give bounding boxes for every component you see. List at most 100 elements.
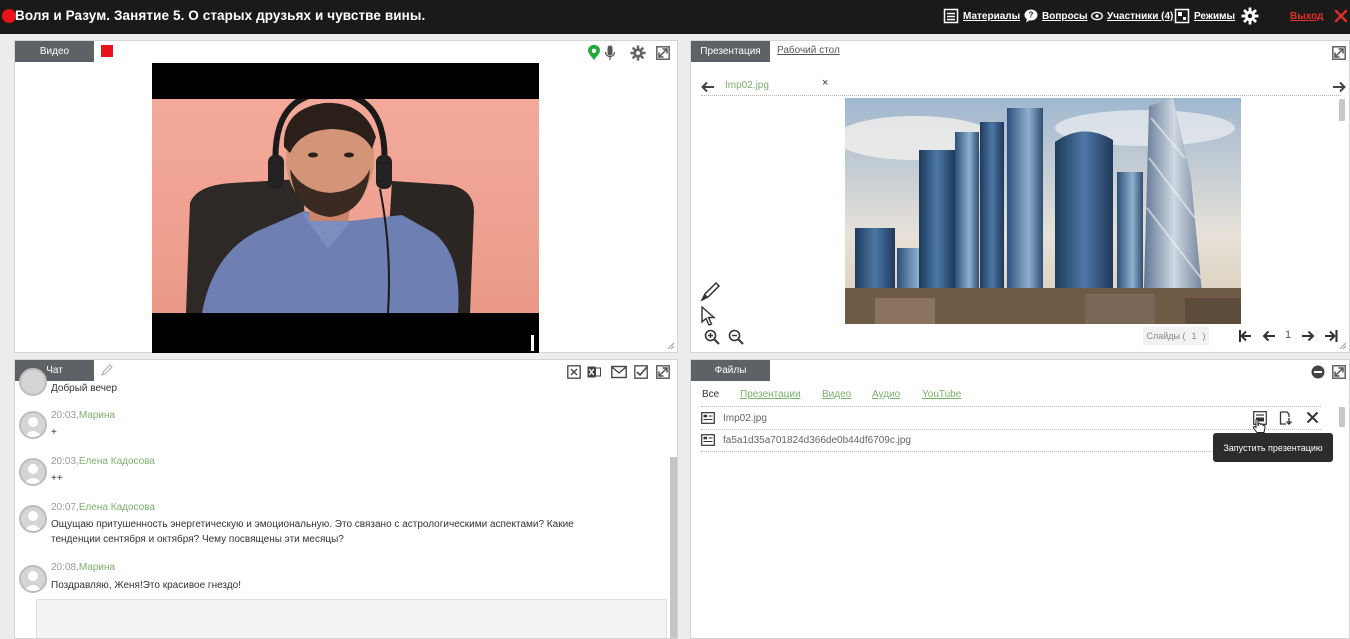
chat-message-meta: 20:03,Елена Кадосова bbox=[51, 456, 155, 467]
last-slide-icon[interactable] bbox=[1324, 329, 1338, 343]
avatar bbox=[19, 411, 47, 439]
chat-message-author[interactable]: Марина bbox=[79, 410, 115, 421]
chat-input[interactable] bbox=[36, 599, 667, 638]
edit-pencil-icon[interactable] bbox=[101, 364, 113, 376]
tab-desktop[interactable]: Рабочий стол bbox=[777, 45, 840, 56]
delete-file-icon[interactable] bbox=[1306, 411, 1319, 424]
tab-presentation[interactable]: Презентация bbox=[691, 41, 770, 62]
eye-icon bbox=[1091, 11, 1103, 21]
expand-icon[interactable] bbox=[1332, 46, 1346, 60]
chat-message-time: 20:07, bbox=[51, 502, 79, 513]
divider bbox=[701, 406, 1321, 407]
video-panel: Видео bbox=[14, 40, 678, 353]
chat-message-author[interactable]: Марина bbox=[79, 562, 115, 573]
recording-indicator bbox=[2, 9, 16, 23]
video-stream[interactable] bbox=[152, 63, 539, 353]
participants-button[interactable]: Участники (4) bbox=[1091, 6, 1173, 26]
image-file-icon bbox=[701, 434, 715, 446]
arrow-left-icon[interactable] bbox=[701, 81, 715, 93]
first-slide-icon[interactable] bbox=[1238, 329, 1252, 343]
slide-image bbox=[845, 98, 1241, 324]
exit-label: Выход bbox=[1290, 10, 1324, 22]
zoom-in-icon[interactable] bbox=[704, 329, 720, 345]
tooltip: Запустить презентацию bbox=[1213, 433, 1333, 462]
avatar bbox=[19, 505, 47, 533]
page-title: Воля и Разум. Занятие 5. О старых друзья… bbox=[15, 8, 426, 23]
arrow-right-icon[interactable] bbox=[1332, 81, 1346, 93]
expand-icon[interactable] bbox=[1332, 365, 1346, 379]
checkbox-icon[interactable] bbox=[634, 365, 648, 379]
chat-scrollbar[interactable] bbox=[670, 457, 677, 638]
expand-icon[interactable] bbox=[656, 365, 670, 379]
chat-message-text: + bbox=[51, 427, 57, 438]
expand-icon[interactable] bbox=[656, 46, 670, 60]
stop-recording-button[interactable] bbox=[101, 45, 113, 57]
file-row[interactable]: Imp02.jpg bbox=[699, 409, 1319, 429]
divider bbox=[701, 95, 1341, 96]
modes-icon bbox=[1174, 8, 1190, 24]
files-panel: Файлы Все Презентации Видео Аудио YouTub… bbox=[690, 359, 1350, 639]
tab-video[interactable]: Видео bbox=[15, 41, 94, 62]
video-settings-gear-icon[interactable] bbox=[630, 45, 646, 61]
questions-label: Вопросы bbox=[1042, 10, 1088, 22]
svg-text:?: ? bbox=[1029, 11, 1034, 20]
chat-message-meta: 20:08,Марина bbox=[51, 562, 115, 573]
slides-count: 1 bbox=[1191, 331, 1197, 341]
zoom-out-icon[interactable] bbox=[728, 329, 744, 345]
presentation-panel: Презентация Рабочий стол Imp02.jpg × Сла… bbox=[690, 40, 1350, 353]
chat-message-time: 20:03, bbox=[51, 456, 79, 467]
avatar bbox=[19, 458, 47, 486]
materials-button[interactable]: Материалы bbox=[943, 6, 1020, 26]
chat-message-meta: 20:07,Елена Кадосова bbox=[51, 502, 155, 513]
filter-presentations[interactable]: Презентации bbox=[740, 389, 801, 400]
tab-files[interactable]: Файлы bbox=[691, 360, 770, 381]
settings-gear-icon[interactable] bbox=[1241, 7, 1259, 25]
slide-name[interactable]: Imp02.jpg bbox=[725, 80, 769, 91]
minus-circle-icon[interactable] bbox=[1311, 365, 1325, 379]
questions-button[interactable]: ? Вопросы bbox=[1024, 6, 1088, 26]
avatar bbox=[19, 565, 47, 593]
modes-button[interactable]: Режимы bbox=[1174, 6, 1235, 26]
mail-icon[interactable] bbox=[611, 365, 627, 379]
microphone-icon[interactable] bbox=[604, 45, 616, 61]
chat-message-text: Ощущаю притушенность энергетическую и эм… bbox=[51, 519, 574, 545]
divider bbox=[701, 429, 1321, 430]
chat-message-text: Поздравляю, Женя!Это красивое гнездо! bbox=[51, 580, 241, 591]
modes-label: Режимы bbox=[1194, 10, 1236, 22]
filter-audio[interactable]: Аудио bbox=[872, 389, 900, 400]
slide-close-button[interactable]: × bbox=[822, 77, 828, 89]
chat-message-meta: 20:03,Марина bbox=[51, 410, 115, 421]
pen-tool-icon[interactable] bbox=[699, 281, 721, 303]
scrollbar[interactable] bbox=[1339, 407, 1345, 427]
file-name[interactable]: fa5a1d35a701824d366de0b44df6709c.jpg bbox=[723, 435, 911, 446]
avatar bbox=[19, 368, 47, 396]
file-name[interactable]: Imp02.jpg bbox=[723, 413, 767, 424]
cursor-pointer-icon[interactable] bbox=[700, 306, 716, 326]
scrollbar[interactable] bbox=[1339, 99, 1345, 121]
chat-message-author[interactable]: Елена Кадосова bbox=[79, 502, 155, 513]
download-file-icon[interactable] bbox=[1279, 411, 1293, 425]
location-pin-icon[interactable] bbox=[587, 45, 601, 61]
chat-message-time: 20:08, bbox=[51, 562, 79, 573]
next-slide-icon[interactable] bbox=[1301, 329, 1315, 343]
hand-cursor-icon bbox=[1252, 418, 1266, 433]
participants-label: Участники (4) bbox=[1107, 10, 1174, 22]
filter-video[interactable]: Видео bbox=[822, 389, 851, 400]
resize-grip-icon[interactable] bbox=[667, 342, 675, 350]
filter-youtube[interactable]: YouTube bbox=[922, 389, 961, 400]
exit-button[interactable]: Выход bbox=[1290, 6, 1349, 26]
clear-chat-icon[interactable] bbox=[567, 365, 581, 379]
chat-message-time: 20:03, bbox=[51, 410, 79, 421]
prev-slide-icon[interactable] bbox=[1262, 329, 1276, 343]
excel-export-icon[interactable] bbox=[587, 365, 601, 379]
image-file-icon bbox=[701, 412, 715, 424]
filter-all[interactable]: Все bbox=[702, 389, 719, 400]
slides-label-close: ) bbox=[1202, 331, 1206, 341]
resize-grip-icon[interactable] bbox=[1339, 342, 1347, 350]
chat-message-author[interactable]: Елена Кадосова bbox=[79, 456, 155, 467]
webcam-image bbox=[152, 99, 539, 313]
slides-counter: Слайды ( 1 ) bbox=[1143, 327, 1209, 345]
volume-bar[interactable] bbox=[531, 335, 534, 351]
chat-message-text: ++ bbox=[51, 473, 63, 484]
materials-label: Материалы bbox=[963, 10, 1021, 22]
